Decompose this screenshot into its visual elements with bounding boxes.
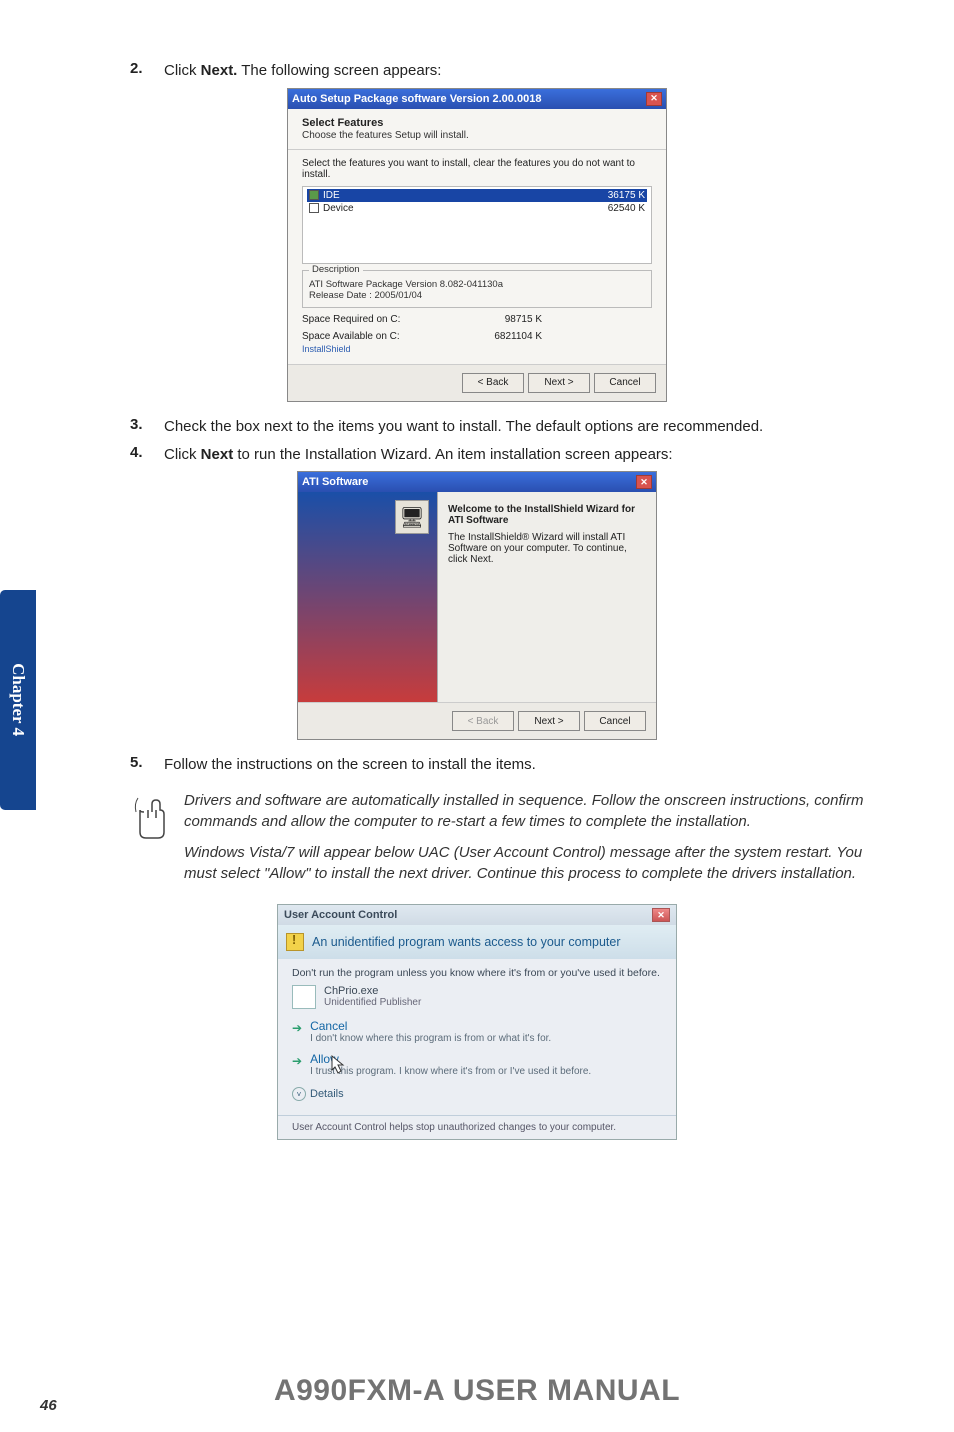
dialog-titlebar: ATI Software ✕ [298, 472, 656, 492]
uac-title-text: User Account Control [284, 909, 397, 921]
select-features-sub: Choose the features Setup will install. [302, 130, 652, 141]
close-icon[interactable]: ✕ [652, 908, 670, 922]
uac-option-cancel[interactable]: ➔ Cancel I don't know where this program… [292, 1019, 662, 1044]
chapter-label: Chapter 4 [8, 664, 28, 737]
back-button[interactable]: < Back [462, 373, 524, 393]
step-number: 2. [130, 60, 164, 82]
description-legend: Description [309, 264, 363, 275]
arrow-icon: ➔ [292, 1021, 302, 1044]
page-footer: A990FXM-A USER MANUAL [0, 1374, 954, 1408]
wizard-body-text: The InstallShield® Wizard will install A… [448, 532, 646, 565]
uac-titlebar: User Account Control ✕ [278, 905, 676, 925]
uac-footer: User Account Control helps stop unauthor… [278, 1115, 676, 1139]
space-available-row: Space Available on C: 6821104 K [302, 331, 652, 342]
feature-list[interactable]: IDE 36175 K Device 62540 K [302, 186, 652, 264]
feature-size: 36175 K [608, 190, 645, 201]
space-av-value: 6821104 K [494, 331, 652, 342]
uac-dialog: User Account Control ✕ An unidentified p… [277, 904, 677, 1140]
checkbox-icon[interactable] [309, 203, 319, 213]
step-text: Click Next. The following screen appears… [164, 60, 884, 82]
ati-software-dialog: ATI Software ✕ 🖥 Welcome to the InstallS… [297, 471, 657, 740]
feature-row-device[interactable]: Device 62540 K [307, 202, 647, 215]
computer-icon: 🖥 [395, 500, 429, 534]
feature-name: IDE [323, 190, 340, 201]
dialog-titlebar: Auto Setup Package software Version 2.00… [288, 89, 666, 109]
step-text: Follow the instructions on the screen to… [164, 754, 884, 776]
step4-bold: Next [201, 446, 234, 463]
feature-row-ide[interactable]: IDE 36175 K [307, 189, 647, 202]
wizard-side-graphic: 🖥 [298, 492, 438, 702]
step4-prefix: Click [164, 446, 201, 463]
close-icon[interactable]: ✕ [636, 475, 652, 489]
space-av-label: Space Available on C: [302, 331, 400, 342]
auto-setup-dialog: Auto Setup Package software Version 2.00… [287, 88, 667, 402]
dialog-title: ATI Software [302, 476, 368, 488]
uac-cancel-label: Cancel [310, 1019, 551, 1033]
desc-line2: Release Date : 2005/01/04 [309, 290, 645, 301]
uac-allow-sub: I trust this program. I know where it's … [310, 1066, 591, 1077]
program-icon [292, 985, 316, 1009]
cancel-button[interactable]: Cancel [584, 711, 646, 731]
step-number: 4. [130, 444, 164, 466]
step4-suffix: to run the Installation Wizard. An item … [233, 446, 672, 463]
arrow-icon: ➔ [292, 1054, 302, 1077]
manual-title: A990FXM-A USER MANUAL [0, 1374, 954, 1408]
back-button: < Back [452, 711, 514, 731]
note-text: Drivers and software are automatically i… [184, 790, 884, 894]
uac-cancel-sub: I don't know where this program is from … [310, 1033, 551, 1044]
space-req-value: 98715 K [505, 314, 652, 325]
step-text: Check the box next to the items you want… [164, 416, 884, 438]
cancel-button[interactable]: Cancel [594, 373, 656, 393]
next-button[interactable]: Next > [528, 373, 590, 393]
chevron-down-icon: ˅ [292, 1087, 306, 1101]
program-publisher: Unidentified Publisher [324, 997, 421, 1008]
pointing-hand-icon [130, 790, 170, 840]
step-text: Click Next to run the Installation Wizar… [164, 444, 884, 466]
space-required-row: Space Required on C: 98715 K [302, 314, 652, 325]
uac-banner-text: An unidentified program wants access to … [312, 935, 621, 949]
shield-icon [286, 933, 304, 951]
feature-size: 62540 K [608, 203, 645, 214]
chapter-side-tab: Chapter 4 [0, 590, 36, 810]
space-req-label: Space Required on C: [302, 314, 400, 325]
wizard-welcome-title: Welcome to the InstallShield Wizard for … [448, 504, 646, 526]
uac-warning: Don't run the program unless you know wh… [292, 967, 662, 979]
uac-option-allow[interactable]: ➔ Allow I trust this program. I know whe… [292, 1052, 662, 1077]
step2-bold: Next. [201, 62, 238, 79]
cursor-icon [330, 1054, 346, 1074]
page-number: 46 [40, 1397, 57, 1414]
next-button[interactable]: Next > [518, 711, 580, 731]
uac-program-row: ChPrio.exe Unidentified Publisher [292, 985, 662, 1009]
checkbox-icon[interactable] [309, 190, 319, 200]
program-name: ChPrio.exe [324, 985, 421, 997]
note-p1: Drivers and software are automatically i… [184, 790, 884, 832]
close-icon[interactable]: ✕ [646, 92, 662, 106]
feature-instruction: Select the features you want to install,… [302, 158, 652, 180]
select-features-heading: Select Features [302, 117, 652, 129]
installshield-brand: InstallShield [302, 344, 652, 354]
step-number: 3. [130, 416, 164, 438]
step-number: 5. [130, 754, 164, 776]
dialog-title: Auto Setup Package software Version 2.00… [292, 93, 541, 105]
desc-line1: ATI Software Package Version 8.082-04113… [309, 279, 645, 290]
step2-suffix: The following screen appears: [237, 62, 441, 79]
note-p2: Windows Vista/7 will appear below UAC (U… [184, 842, 884, 884]
uac-details-label: Details [310, 1088, 344, 1100]
uac-allow-label: Allow [310, 1052, 591, 1066]
description-box: Description ATI Software Package Version… [302, 270, 652, 308]
step2-prefix: Click [164, 62, 201, 79]
feature-name: Device [323, 203, 354, 214]
uac-banner: An unidentified program wants access to … [278, 925, 676, 959]
uac-details-toggle[interactable]: ˅ Details [292, 1087, 662, 1101]
